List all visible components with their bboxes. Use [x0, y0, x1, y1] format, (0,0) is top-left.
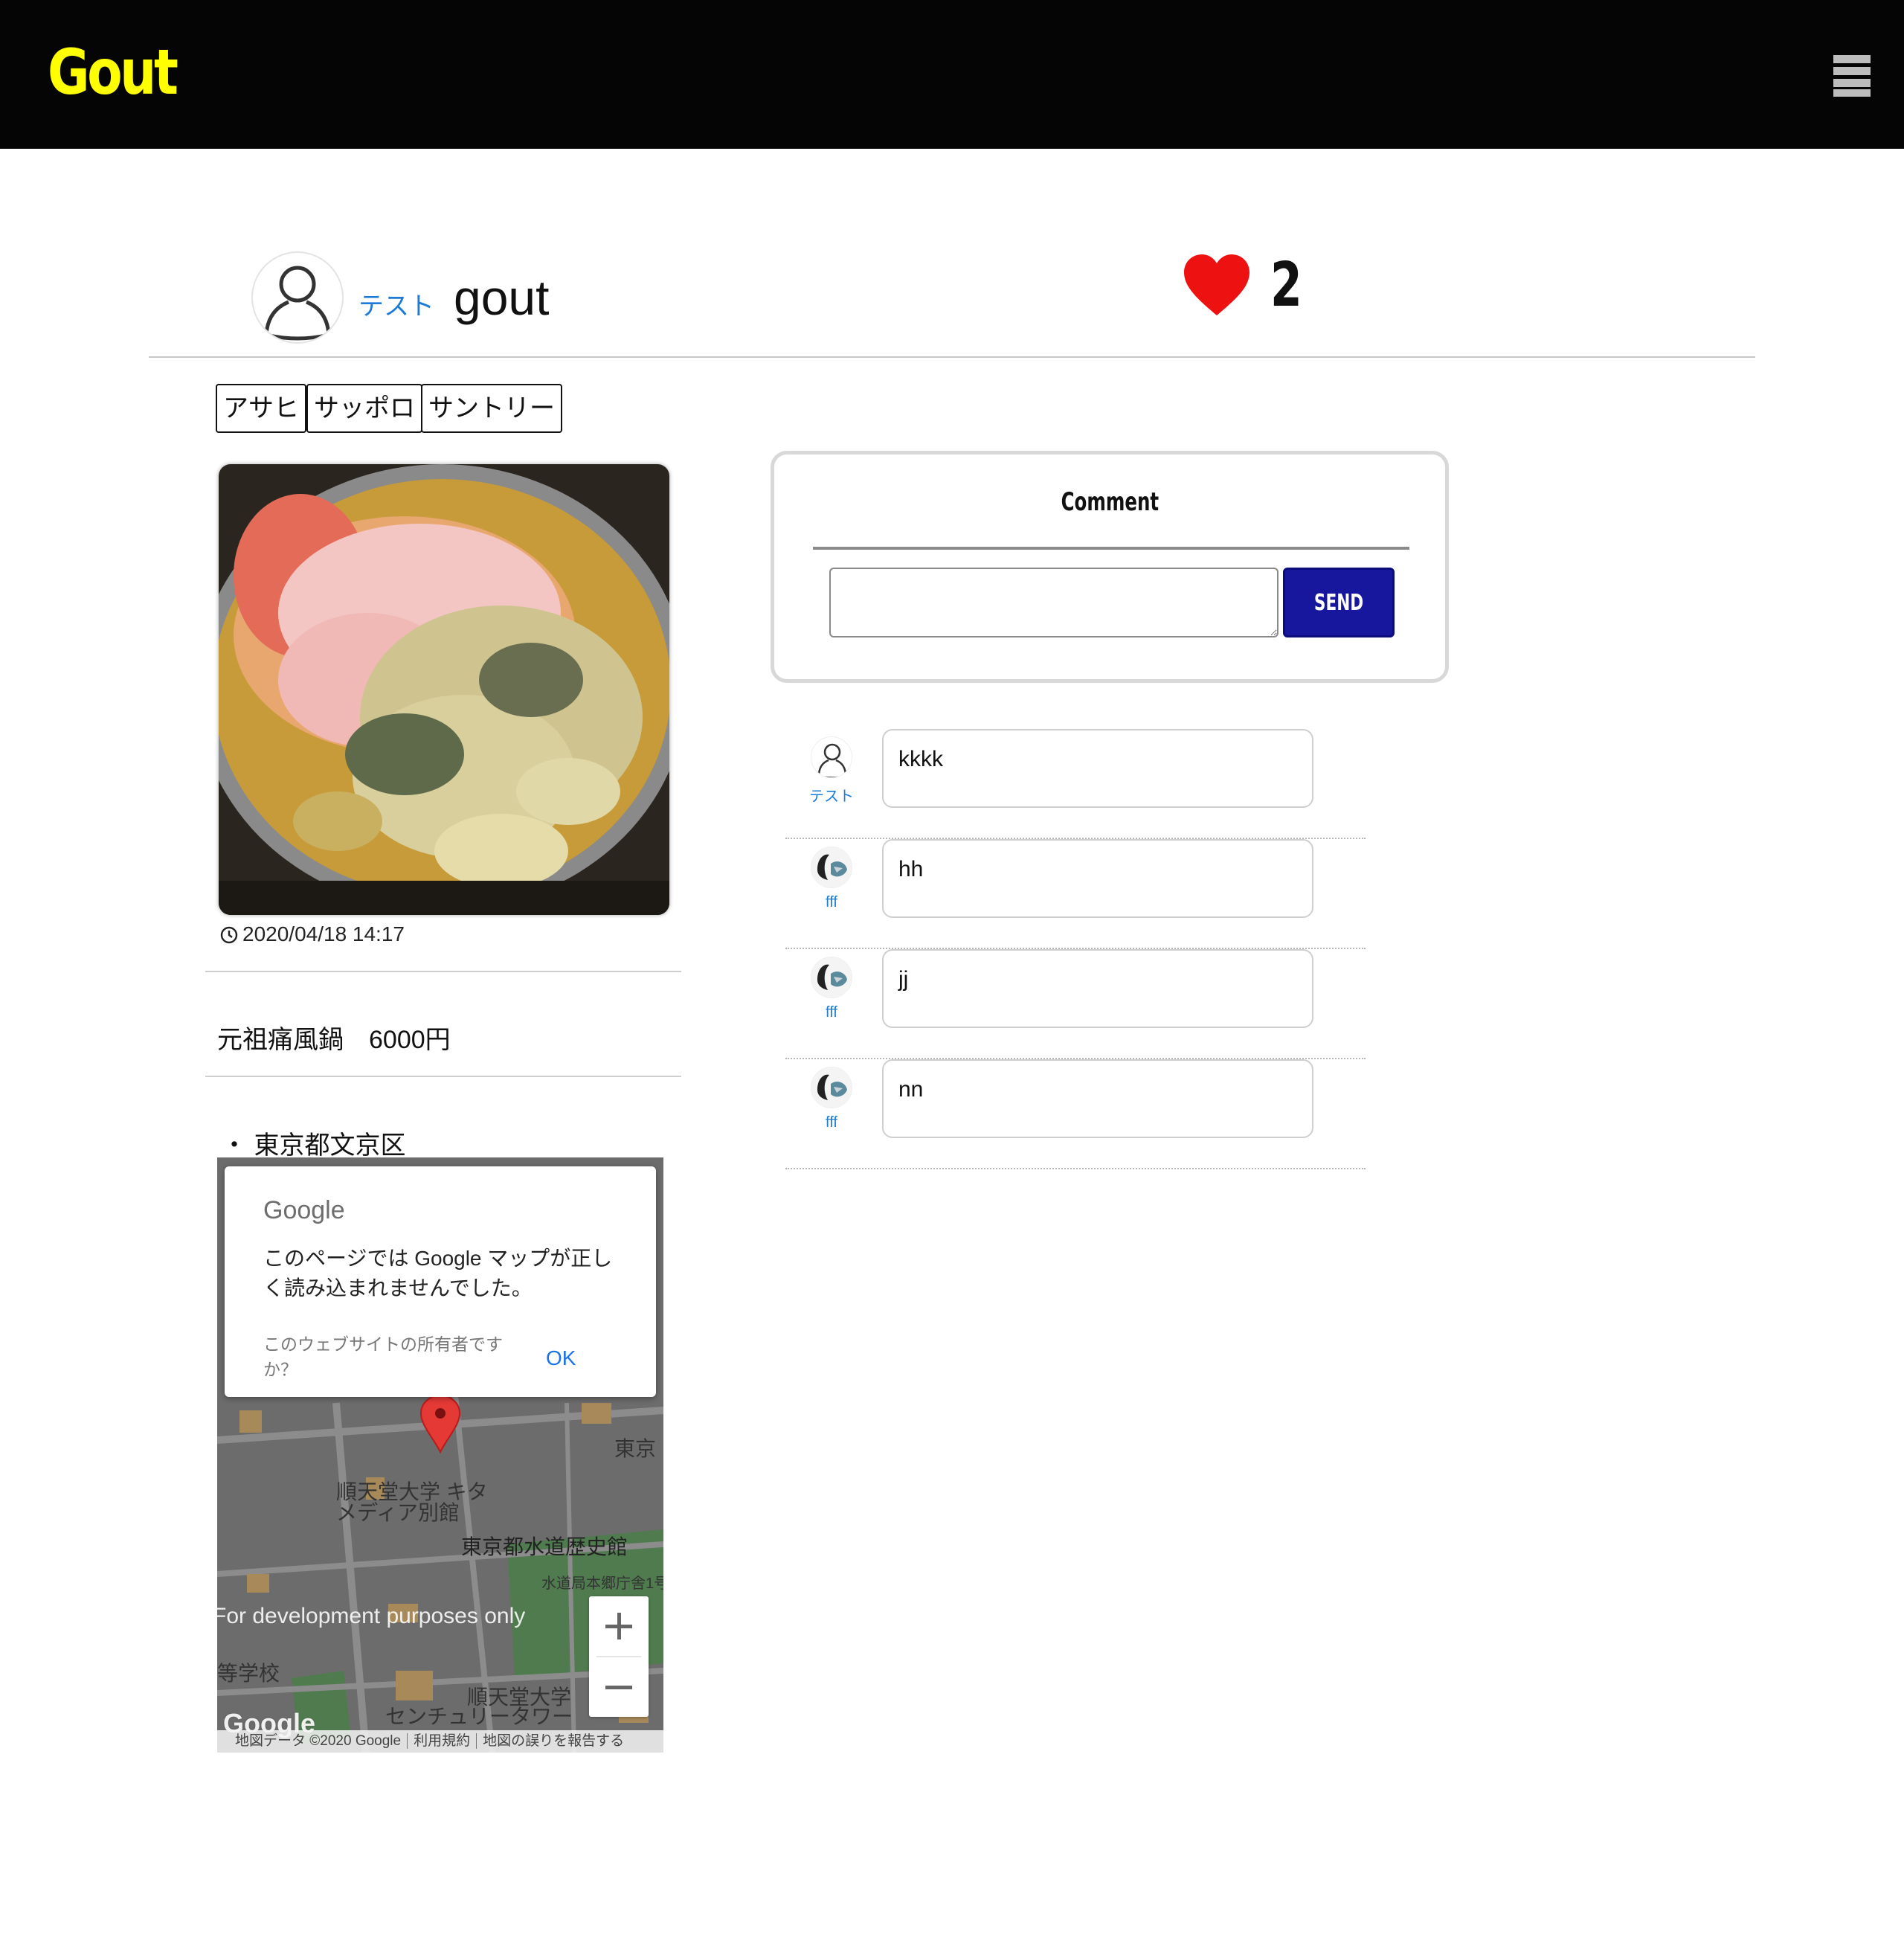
- commenter-avatar[interactable]: [811, 736, 852, 778]
- map-error-dialog: Google このページでは Google マップが正しく読み込まれませんでした…: [225, 1166, 656, 1397]
- map-error-message: このページでは Google マップが正しく読み込まれませんでした。: [263, 1247, 613, 1300]
- tag-suntory[interactable]: サントリー: [421, 384, 562, 433]
- commenter-name[interactable]: fff: [785, 1004, 878, 1021]
- comment-input[interactable]: [829, 568, 1279, 637]
- comment-text: nn: [882, 1059, 1313, 1138]
- post-date: 2020/04/18 14:17: [220, 922, 405, 946]
- poi-label: 等学校: [217, 1662, 280, 1685]
- comment-item: fff nn: [785, 1059, 1366, 1169]
- header-divider: [149, 356, 1755, 358]
- comment-divider: [813, 547, 1409, 550]
- menu-price: 元祖痛風鍋 6000円: [217, 1026, 451, 1054]
- send-button[interactable]: SEND: [1283, 568, 1395, 637]
- commenter-avatar[interactable]: [811, 957, 852, 998]
- zoom-control: [589, 1596, 649, 1717]
- post-title: gout: [454, 270, 550, 325]
- comment-item: fff jj: [785, 949, 1366, 1059]
- google-map[interactable]: 順天堂大学 キタ メディア別館 東京都水道歴史館 水道局本郷庁舎1号 順天堂大学…: [217, 1157, 663, 1753]
- comment-item: fff hh: [785, 839, 1366, 949]
- commenter-name[interactable]: fff: [785, 1114, 878, 1131]
- commenter-avatar[interactable]: [811, 847, 852, 888]
- food-photo[interactable]: [219, 464, 669, 915]
- commenter-name[interactable]: fff: [785, 894, 878, 911]
- brand-logo[interactable]: Gout: [48, 36, 178, 109]
- poi-label: 東京: [614, 1437, 657, 1460]
- map-data-credit: 地図データ ©2020 Google: [217, 1733, 408, 1749]
- owner-question[interactable]: このウェブサイトの所有者ですか？: [263, 1332, 516, 1382]
- user-photo-icon: [811, 1067, 852, 1108]
- comment-title: Comment: [1061, 487, 1159, 517]
- commenter-name[interactable]: テスト: [785, 784, 878, 806]
- tag-asahi[interactable]: アサヒ: [216, 384, 306, 433]
- zoom-in-icon[interactable]: [589, 1596, 649, 1656]
- map-report-link[interactable]: 地図の誤りを報告する: [477, 1733, 630, 1749]
- user-avatar-icon: [264, 266, 331, 341]
- comment-form: Comment SEND: [771, 451, 1449, 683]
- poi-label: 水道局本郷庁舎1号: [541, 1576, 663, 1592]
- divider-after-date: [205, 971, 681, 972]
- poi-label: メディア別館: [336, 1501, 460, 1524]
- user-photo-icon: [811, 847, 852, 887]
- comment-text: kkkk: [882, 729, 1313, 808]
- poi-label: 東京都水道歴史館: [461, 1535, 628, 1558]
- clock-icon: [220, 926, 238, 944]
- map-terms-link[interactable]: 利用規約: [408, 1733, 477, 1749]
- commenter-avatar[interactable]: [811, 1067, 852, 1108]
- like-count: 2: [1270, 250, 1302, 321]
- zoom-out-icon[interactable]: [589, 1657, 649, 1717]
- header-bar: Gout: [0, 0, 1904, 149]
- author-avatar[interactable]: [251, 251, 344, 344]
- comment-text: hh: [882, 839, 1313, 918]
- map-footer: 地図データ ©2020 Google 利用規約 地図の誤りを報告する: [217, 1730, 663, 1753]
- map-pin-icon[interactable]: [419, 1394, 461, 1454]
- hamburger-menu-icon[interactable]: [1833, 55, 1871, 97]
- location-text: ・ 東京都文京区: [222, 1131, 406, 1160]
- poi-label: センチュリータワー: [385, 1705, 573, 1728]
- user-photo-icon: [811, 957, 852, 998]
- dev-notice: For development purposes only: [217, 1604, 526, 1628]
- comment-item: テスト kkkk: [785, 729, 1366, 839]
- divider-after-menu: [205, 1076, 681, 1077]
- user-avatar-icon: [817, 743, 847, 777]
- google-logo-text: Google: [263, 1196, 345, 1224]
- author-name-link[interactable]: テスト: [358, 286, 434, 322]
- heart-icon[interactable]: [1183, 253, 1251, 317]
- comment-text: jj: [882, 949, 1313, 1028]
- dialog-ok-button[interactable]: OK: [546, 1346, 576, 1370]
- tag-sapporo[interactable]: サッポロ: [306, 384, 422, 433]
- post-date-text: 2020/04/18 14:17: [242, 922, 405, 945]
